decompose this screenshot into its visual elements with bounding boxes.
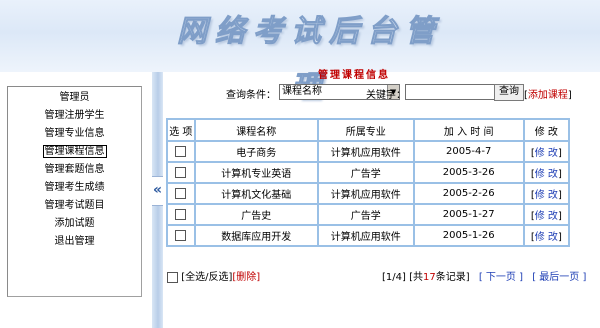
row-checkbox-cell — [167, 225, 195, 246]
course-table: 选 项 课程名称 所属专业 加 入 时 间 修 改 电子商务 计算机应用软件 2… — [166, 118, 570, 247]
sidebar-item-label: 管理注册学生 — [44, 110, 105, 121]
column-header-date: 加 入 时 间 — [413, 119, 524, 141]
sidebar-item-majors[interactable]: 管理专业信息 — [8, 127, 141, 141]
edit-cell: [修 改] — [523, 204, 569, 225]
major-cell: 广告学 — [317, 162, 414, 183]
date-cell: 2005-1-26 — [413, 225, 524, 246]
sidebar-menu: 管理员 管理注册学生 管理专业信息 管理课程信息 管理套题信息 管理考生成绩 管… — [7, 86, 142, 297]
total-suffix: 条记录] — [435, 272, 470, 283]
total-prefix: [共 — [409, 272, 423, 283]
column-header-select: 选 项 — [167, 119, 195, 141]
course-name-cell: 计算机专业英语 — [194, 162, 318, 183]
row-checkbox-cell — [167, 162, 195, 183]
date-cell: 2005-3-26 — [413, 162, 524, 183]
date-cell: 2005-1-27 — [413, 204, 524, 225]
column-header-name: 课程名称 — [194, 119, 318, 141]
keyword-label: 关键字： — [366, 90, 406, 101]
row-checkbox-cell — [167, 204, 195, 225]
select-all-label[interactable]: [全选/反选] — [181, 272, 232, 283]
sidebar-item-label: 管理考生成绩 — [44, 182, 105, 193]
column-header-edit: 修 改 — [523, 119, 569, 141]
row-checkbox[interactable] — [175, 166, 187, 178]
edit-cell: [修 改] — [523, 225, 569, 246]
banner-title: 网络考试后台管理 — [177, 14, 443, 106]
row-checkbox-cell — [167, 141, 195, 162]
page-indicator: [1/4] — [382, 272, 406, 283]
table-row: 计算机专业英语 广告学 2005-3-26 [修 改] — [167, 162, 569, 183]
major-cell: 计算机应用软件 — [317, 183, 414, 204]
edit-link[interactable]: 修 改 — [535, 148, 558, 159]
edit-cell: [修 改] — [523, 141, 569, 162]
sidebar-item-label: 添加试题 — [54, 218, 95, 229]
double-chevron-left-icon[interactable]: « — [152, 176, 163, 206]
sidebar-item-label: 管理专业信息 — [44, 128, 105, 139]
sidebar-item-scores[interactable]: 管理考生成绩 — [8, 181, 141, 195]
row-checkbox-cell — [167, 183, 195, 204]
sidebar-item-questions[interactable]: 管理考试题目 — [8, 199, 141, 213]
header-banner: 网络考试后台管理 — [0, 0, 600, 106]
bulk-actions: [全选/反选][删除] — [167, 268, 260, 283]
sidebar-item-add-question[interactable]: 添加试题 — [8, 217, 141, 231]
row-checkbox[interactable] — [175, 187, 187, 199]
sidebar-item-label: 管理套题信息 — [44, 164, 105, 175]
edit-cell: [修 改] — [523, 183, 569, 204]
add-course-link[interactable]: 添加课程 — [528, 90, 568, 101]
sidebar-item-label: 管理课程信息 — [42, 145, 107, 158]
condition-select-value: 课程名称 — [282, 86, 322, 97]
major-cell: 广告学 — [317, 204, 414, 225]
sidebar-item-courses[interactable]: 管理课程信息 — [8, 145, 141, 159]
sidebar-item-students[interactable]: 管理注册学生 — [8, 109, 141, 123]
sidebar-item-question-sets[interactable]: 管理套题信息 — [8, 163, 141, 177]
next-page-link[interactable]: [ 下一页 ] — [479, 272, 523, 283]
sidebar: 管理员 管理注册学生 管理专业信息 管理课程信息 管理套题信息 管理考生成绩 管… — [0, 72, 152, 328]
sidebar-divider: « — [152, 72, 163, 328]
sidebar-item-label: 管理员 — [59, 92, 90, 103]
bracket-close: ] — [567, 90, 572, 101]
course-name-cell: 数据库应用开发 — [194, 225, 318, 246]
sidebar-item-label: 退出管理 — [54, 236, 95, 247]
sidebar-item-label: 管理考试题目 — [44, 200, 105, 211]
select-all-checkbox[interactable] — [167, 271, 178, 283]
major-cell: 计算机应用软件 — [317, 141, 414, 162]
edit-link[interactable]: 修 改 — [535, 211, 558, 222]
course-name-cell: 广告史 — [194, 204, 318, 225]
table-row: 数据库应用开发 计算机应用软件 2005-1-26 [修 改] — [167, 225, 569, 246]
sidebar-item-admin[interactable]: 管理员 — [8, 91, 141, 105]
row-checkbox[interactable] — [175, 229, 187, 241]
record-count: 17 — [423, 272, 436, 283]
search-button[interactable]: 查询 — [494, 84, 524, 101]
add-course-link-wrapper: [添加课程] — [524, 86, 572, 101]
major-cell: 计算机应用软件 — [317, 225, 414, 246]
date-cell: 2005-4-7 — [413, 141, 524, 162]
table-header-row: 选 项 课程名称 所属专业 加 入 时 间 修 改 — [167, 119, 569, 141]
table-row: 广告史 广告学 2005-1-27 [修 改] — [167, 204, 569, 225]
edit-link[interactable]: 修 改 — [535, 169, 558, 180]
edit-link[interactable]: 修 改 — [535, 232, 558, 243]
condition-label: 查询条件： — [226, 90, 276, 101]
table-row: 计算机文化基础 计算机应用软件 2005-2-26 [修 改] — [167, 183, 569, 204]
table-row: 电子商务 计算机应用软件 2005-4-7 [修 改] — [167, 141, 569, 162]
delete-button[interactable]: [删除] — [232, 272, 260, 283]
column-header-major: 所属专业 — [317, 119, 414, 141]
row-checkbox[interactable] — [175, 208, 187, 220]
course-name-cell: 电子商务 — [194, 141, 318, 162]
edit-cell: [修 改] — [523, 162, 569, 183]
edit-link[interactable]: 修 改 — [535, 190, 558, 201]
last-page-link[interactable]: [ 最后一页 ] — [532, 272, 586, 283]
pagination: [1/4] [共17条记录] [ 下一页 ] [ 最后一页 ] — [382, 268, 586, 283]
sidebar-item-logout[interactable]: 退出管理 — [8, 235, 141, 249]
course-name-cell: 计算机文化基础 — [194, 183, 318, 204]
row-checkbox[interactable] — [175, 145, 187, 157]
keyword-input[interactable] — [405, 84, 496, 100]
page-title: 管理课程信息 — [318, 70, 390, 81]
date-cell: 2005-2-26 — [413, 183, 524, 204]
